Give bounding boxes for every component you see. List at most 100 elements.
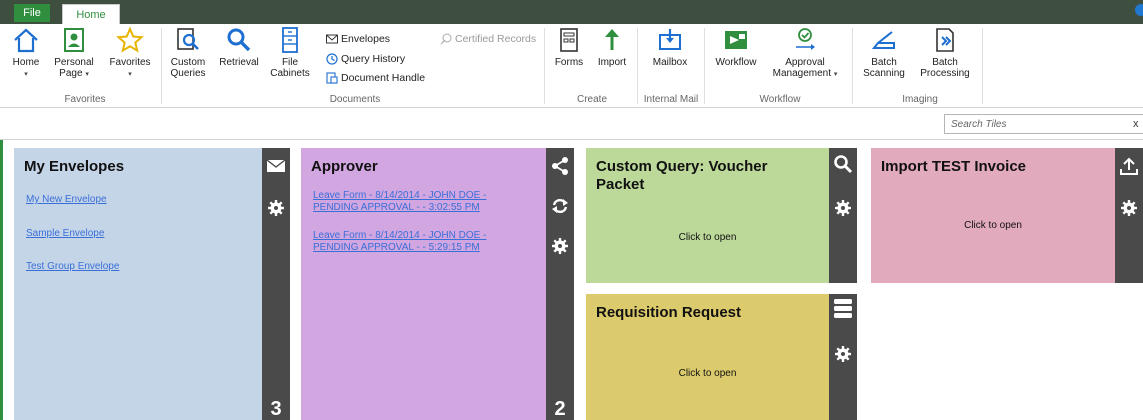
tile-requisition-request[interactable]: Requisition Request Click to open — [586, 294, 857, 420]
tile-body: Requisition Request Click to open — [586, 294, 829, 420]
certified-records-button[interactable]: Certified Records — [440, 33, 536, 45]
home-button[interactable]: Home ▾ — [8, 26, 44, 80]
tile-title: Approver — [311, 158, 378, 175]
batch-processing-icon — [936, 28, 954, 52]
gear-icon[interactable] — [833, 344, 853, 364]
tile-title: Custom Query: Voucher Packet — [596, 158, 767, 194]
tile-title: Import TEST Invoice — [881, 158, 1027, 175]
forms-button[interactable]: Forms — [550, 26, 588, 68]
refresh-icon[interactable] — [550, 196, 570, 216]
certified-records-label: Certified Records — [455, 33, 537, 45]
file-cabinets-button[interactable]: File Cabinets — [268, 26, 312, 79]
tab-file[interactable]: File — [14, 4, 50, 22]
person-icon — [64, 28, 84, 52]
batch-processing-label-2: Processing — [920, 68, 970, 79]
personal-page-button[interactable]: Personal Page ▾ — [52, 26, 96, 80]
favorites-label: Favorites — [109, 57, 151, 68]
click-to-open[interactable]: Click to open — [586, 368, 829, 379]
arrow-up-icon — [605, 29, 619, 50]
tile-import-invoice[interactable]: Import TEST Invoice Click to open — [871, 148, 1143, 283]
envelope-link[interactable]: Test Group Envelope — [26, 261, 119, 273]
mailbox-label: Mailbox — [652, 57, 688, 68]
retrieval-label: Retrieval — [219, 57, 259, 68]
tile-title-line: Packet — [596, 176, 645, 193]
approval-item-line: PENDING APPROVAL - - 5:29:15 PM — [313, 242, 480, 253]
group-label-create: Create — [576, 94, 607, 105]
envelope-icon[interactable] — [266, 156, 286, 176]
click-to-open[interactable]: Click to open — [871, 220, 1115, 231]
approval-item-line: Leave Form - 8/14/2014 - JOHN DOE - — [313, 230, 487, 241]
tile-rail: 2 — [546, 148, 574, 420]
clock-icon — [326, 53, 338, 65]
favorites-button[interactable]: Favorites ▾ — [104, 26, 156, 80]
import-label: Import — [597, 57, 627, 68]
batch-processing-button[interactable]: Batch Processing — [914, 26, 976, 79]
workflow-button[interactable]: Workflow — [710, 26, 762, 68]
gear-icon[interactable] — [1119, 198, 1139, 218]
gear-icon[interactable] — [833, 198, 853, 218]
group-label-workflow: Workflow — [759, 94, 801, 105]
batch-scanning-label-2: Scanning — [863, 68, 905, 79]
cabinet-icon — [282, 27, 298, 53]
share-icon[interactable] — [550, 156, 570, 176]
ribbon-tab-bar: File Home — [0, 0, 1143, 24]
ribbon-separator — [161, 28, 162, 104]
search-bar-row: x — [0, 108, 1143, 140]
approval-label-1: Approval — [785, 57, 825, 68]
approval-item-line: Leave Form - 8/14/2014 - JOHN DOE - — [313, 190, 487, 201]
tile-my-envelopes[interactable]: My Envelopes My New Envelope Sample Enve… — [14, 148, 290, 420]
approval-item-link[interactable]: Leave Form - 8/14/2014 - JOHN DOE - PEND… — [313, 190, 486, 214]
gear-icon[interactable] — [266, 198, 286, 218]
user-status-icon[interactable] — [1135, 4, 1143, 16]
mailbox-button[interactable]: Mailbox — [646, 26, 694, 68]
batch-scanning-label-1: Batch — [871, 57, 897, 68]
scanner-icon — [871, 31, 895, 49]
star-icon — [116, 26, 144, 53]
magnifier-icon[interactable] — [833, 154, 853, 174]
tab-home[interactable]: Home — [62, 4, 120, 24]
approval-management-button[interactable]: Approval Management ▾ — [770, 26, 840, 80]
tile-approver[interactable]: Approver Leave Form - 8/14/2014 - JOHN D… — [301, 148, 574, 420]
workflow-icon — [725, 31, 747, 49]
envelope-link[interactable]: Sample Envelope — [26, 228, 104, 240]
envelopes-button[interactable]: Envelopes — [326, 33, 390, 45]
tile-body: Import TEST Invoice Click to open — [871, 148, 1115, 283]
file-cabinets-label-1: File — [281, 57, 299, 68]
app-window: File Home Home ▾ Personal Page ▾ Favorit… — [0, 0, 1143, 420]
approval-count: 2 — [554, 398, 566, 420]
tile-title-line: Custom Query: Voucher — [596, 158, 768, 175]
mailbox-icon — [659, 29, 681, 50]
group-label-favorites: Favorites — [64, 94, 106, 105]
tiles-area: My Envelopes My New Envelope Sample Enve… — [0, 140, 1143, 420]
approval-item-link[interactable]: Leave Form - 8/14/2014 - JOHN DOE - PEND… — [313, 230, 486, 254]
list-icon[interactable] — [833, 298, 853, 318]
gear-icon[interactable] — [550, 236, 570, 256]
click-to-open[interactable]: Click to open — [586, 232, 829, 243]
group-label-imaging: Imaging — [902, 94, 938, 105]
search-tiles-input[interactable] — [944, 114, 1143, 134]
tile-body: Approver Leave Form - 8/14/2014 - JOHN D… — [301, 148, 546, 420]
tile-rail: 3 — [262, 148, 290, 420]
home-icon — [14, 28, 38, 53]
query-history-button[interactable]: Query History — [326, 53, 405, 65]
close-icon[interactable]: x — [1133, 118, 1139, 130]
upload-icon[interactable] — [1119, 156, 1139, 176]
import-button[interactable]: Import — [592, 26, 632, 68]
custom-queries-label-2: Queries — [170, 68, 206, 79]
tile-custom-query[interactable]: Custom Query: Voucher Packet Click to op… — [586, 148, 857, 283]
custom-queries-button[interactable]: Custom Queries — [166, 26, 210, 79]
chevron-down-icon: ▾ — [85, 71, 89, 78]
envelope-link[interactable]: My New Envelope — [26, 194, 107, 206]
document-handle-label: Document Handle — [341, 72, 426, 84]
custom-queries-label-1: Custom — [170, 57, 206, 68]
approval-icon — [796, 28, 815, 50]
query-history-label: Query History — [341, 53, 406, 65]
ribbon-separator — [637, 28, 638, 104]
retrieval-button[interactable]: Retrieval — [216, 26, 262, 68]
envelope-icon — [326, 34, 338, 44]
batch-scanning-button[interactable]: Batch Scanning — [858, 26, 910, 79]
envelopes-label: Envelopes — [341, 33, 391, 45]
document-handle-button[interactable]: Document Handle — [326, 72, 425, 84]
approval-label-2: Management — [772, 68, 832, 79]
tile-title: My Envelopes — [24, 158, 125, 175]
